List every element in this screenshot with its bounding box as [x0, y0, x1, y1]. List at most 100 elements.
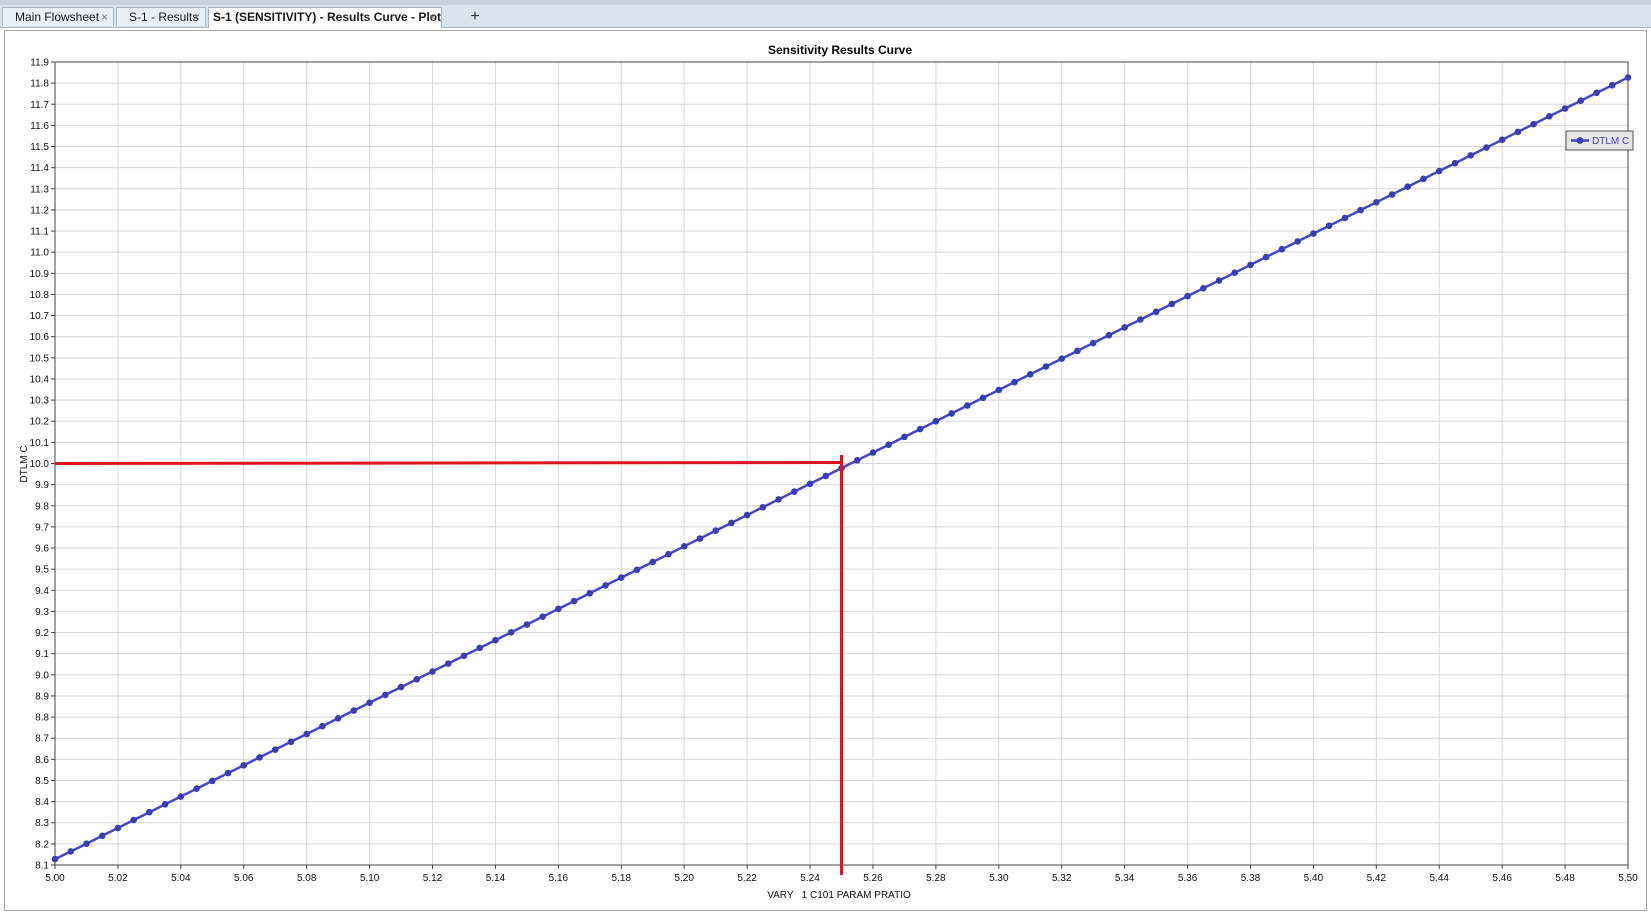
y-tick-label: 9.2	[35, 628, 49, 639]
legend-marker-dot	[1576, 137, 1584, 144]
x-tick-label: 5.20	[674, 873, 694, 884]
data-point	[271, 746, 279, 753]
x-tick-label: 5.46	[1492, 873, 1512, 884]
data-point	[1420, 175, 1427, 183]
data-point	[680, 543, 688, 550]
data-point	[130, 816, 137, 824]
data-point	[51, 855, 59, 863]
x-tick-label: 5.48	[1555, 873, 1575, 884]
data-point	[1483, 144, 1490, 151]
x-tick-label: 5.22	[737, 873, 757, 884]
data-point	[177, 793, 185, 800]
x-tick-label: 5.24	[800, 873, 820, 884]
y-tick-label: 8.9	[35, 691, 49, 702]
data-point	[1042, 363, 1050, 370]
data-point	[712, 527, 719, 534]
chart-title: Sensitivity Results Curve	[768, 43, 912, 57]
data-point	[1530, 120, 1537, 128]
x-axis-label: VARY 1 C101 PARAM PRATIO	[767, 890, 911, 901]
y-tick-label: 9.7	[35, 522, 49, 533]
y-tick-label: 11.5	[30, 142, 49, 153]
data-point	[633, 566, 641, 574]
target-horizontal-line	[54, 461, 842, 465]
sensitivity-chart[interactable]: 5.00 5.02 5.04 5.06 5.08 5.10 5.12 5.14 5.16 5.18…	[0, 0, 1651, 915]
data-point	[366, 699, 373, 707]
y-tick-label: 10.5	[30, 353, 50, 364]
y-axis-label: DTLM C	[19, 445, 30, 482]
data-point	[822, 472, 830, 480]
y-tick-label: 11.3	[30, 184, 49, 195]
data-point	[570, 597, 578, 605]
data-point	[1373, 199, 1380, 206]
data-point	[586, 589, 594, 597]
data-point	[1121, 324, 1128, 331]
x-tick-label: 5.32	[1052, 873, 1072, 884]
x-tick-label: 5.02	[108, 873, 128, 884]
x-tick-label: 5.00	[45, 873, 65, 884]
data-point	[350, 707, 358, 714]
x-tick-label: 5.28	[926, 873, 946, 884]
y-tick-label: 9.5	[35, 565, 49, 576]
data-point	[1357, 206, 1364, 214]
data-point	[728, 519, 735, 527]
data-point	[523, 621, 531, 628]
x-tick-label: 5.42	[1367, 873, 1387, 884]
y-tick-label: 8.6	[35, 755, 49, 766]
y-tick-label: 9.1	[35, 649, 49, 660]
data-point	[948, 410, 955, 417]
data-point	[83, 840, 90, 847]
y-tick-label: 8.2	[35, 839, 49, 850]
data-point	[617, 574, 625, 581]
data-point	[602, 582, 609, 589]
y-tick-label: 10.6	[30, 332, 50, 343]
data-point	[775, 496, 782, 503]
data-point	[240, 761, 248, 769]
y-tick-label: 10.0	[30, 459, 50, 470]
data-point	[853, 457, 861, 464]
data-point	[1184, 292, 1191, 300]
data-point	[696, 535, 704, 542]
y-tick-label: 8.8	[35, 713, 49, 724]
data-point	[429, 668, 436, 675]
data-point	[1325, 222, 1333, 230]
legend-label: DTLM C	[1592, 136, 1629, 147]
data-point	[1199, 285, 1207, 292]
data-point	[334, 715, 342, 722]
x-tick-label: 5.08	[297, 873, 317, 884]
y-tick-label: 9.4	[35, 586, 49, 597]
data-point	[806, 480, 814, 488]
data-point	[209, 777, 216, 785]
data-point	[303, 730, 310, 738]
data-point	[555, 605, 562, 613]
data-point	[287, 738, 295, 746]
data-point	[979, 394, 987, 402]
y-axis-ticks: 8.1 8.2 8.3 8.4 8.5 8.6 8.7 8.8 8.9 9.0 9.1 9.2 9.3 9…	[30, 58, 55, 872]
y-tick-label: 9.3	[35, 607, 49, 618]
data-point	[1435, 167, 1443, 175]
y-tick-label: 9.6	[35, 544, 49, 555]
x-tick-label: 5.30	[989, 873, 1009, 884]
data-point	[1215, 277, 1223, 284]
x-tick-label: 5.04	[171, 873, 191, 884]
y-tick-label: 8.5	[35, 776, 49, 787]
data-point	[1168, 300, 1176, 308]
x-tick-label: 5.06	[234, 873, 254, 884]
y-tick-label: 8.3	[35, 818, 49, 829]
chart-legend[interactable]: DTLM C	[1565, 130, 1634, 151]
data-point	[869, 449, 877, 456]
data-point	[193, 785, 200, 793]
x-tick-label: 5.44	[1430, 873, 1450, 884]
data-point	[759, 503, 767, 511]
data-point	[507, 629, 515, 636]
data-point	[932, 417, 940, 425]
y-tick-label: 9.0	[35, 670, 49, 681]
data-point	[539, 613, 546, 621]
x-tick-label: 5.10	[360, 873, 380, 884]
data-point	[492, 636, 499, 644]
data-point	[1341, 214, 1349, 222]
y-tick-label: 10.1	[30, 438, 50, 449]
data-point	[964, 402, 971, 409]
y-tick-label: 10.2	[30, 417, 50, 428]
y-tick-label: 10.7	[30, 311, 50, 322]
x-tick-label: 5.14	[486, 873, 506, 884]
